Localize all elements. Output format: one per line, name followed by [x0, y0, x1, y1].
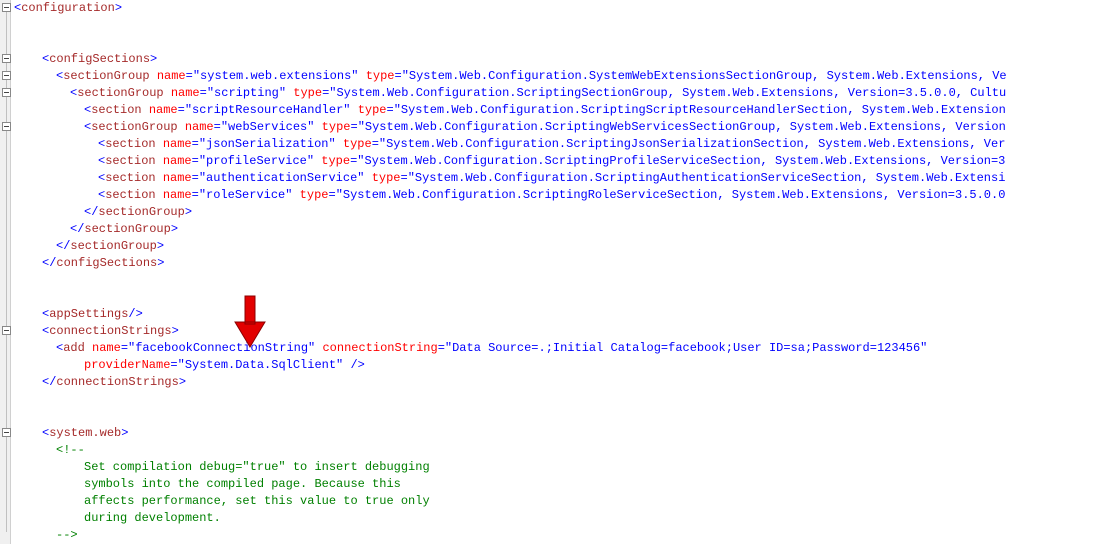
code-line: [14, 391, 1111, 408]
code-line: <configuration>: [14, 0, 1111, 17]
code-line: <appSettings/>: [14, 306, 1111, 323]
code-line: providerName="System.Data.SqlClient" />: [14, 357, 1111, 374]
fold-toggle-icon[interactable]: [2, 54, 11, 63]
code-line: <sectionGroup name="webServices" type="S…: [14, 119, 1111, 136]
code-line: <section name="profileService" type="Sys…: [14, 153, 1111, 170]
code-line: <connectionStrings>: [14, 323, 1111, 340]
code-line: symbols into the compiled page. Because …: [14, 476, 1111, 493]
code-editor-text: <configuration> <configSections><section…: [0, 0, 1111, 544]
code-line: </sectionGroup>: [14, 238, 1111, 255]
fold-toggle-icon[interactable]: [2, 71, 11, 80]
code-line: <section name="scriptResourceHandler" ty…: [14, 102, 1111, 119]
code-line: <sectionGroup name="system.web.extension…: [14, 68, 1111, 85]
code-line: <section name="jsonSerialization" type="…: [14, 136, 1111, 153]
code-line: <system.web>: [14, 425, 1111, 442]
code-line: [14, 17, 1111, 34]
code-line: <sectionGroup name="scripting" type="Sys…: [14, 85, 1111, 102]
code-line: Set compilation debug="true" to insert d…: [14, 459, 1111, 476]
code-line: <add name="facebookConnectionString" con…: [14, 340, 1111, 357]
fold-toggle-icon[interactable]: [2, 122, 11, 131]
code-line: <configSections>: [14, 51, 1111, 68]
code-line: -->: [14, 527, 1111, 544]
code-line: </connectionStrings>: [14, 374, 1111, 391]
code-line: <section name="authenticationService" ty…: [14, 170, 1111, 187]
fold-toggle-icon[interactable]: [2, 3, 11, 12]
code-line: <section name="roleService" type="System…: [14, 187, 1111, 204]
code-line: [14, 289, 1111, 306]
code-line: <!--: [14, 442, 1111, 459]
fold-toggle-icon[interactable]: [2, 428, 11, 437]
code-line: affects performance, set this value to t…: [14, 493, 1111, 510]
code-line: </sectionGroup>: [14, 221, 1111, 238]
code-line: [14, 272, 1111, 289]
code-line: during development.: [14, 510, 1111, 527]
code-line: </sectionGroup>: [14, 204, 1111, 221]
code-line: [14, 34, 1111, 51]
code-line: [14, 408, 1111, 425]
fold-toggle-icon[interactable]: [2, 326, 11, 335]
code-line: </configSections>: [14, 255, 1111, 272]
fold-toggle-icon[interactable]: [2, 88, 11, 97]
